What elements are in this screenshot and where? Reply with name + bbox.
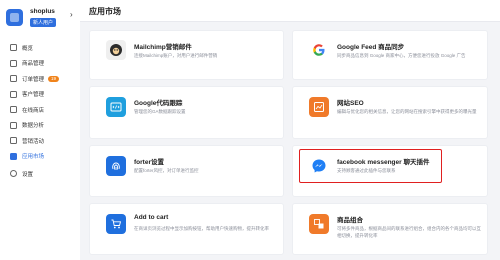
app-description: 支持顾客通过此插件与您联系: [337, 168, 396, 173]
apps-icon: [10, 152, 17, 160]
sidebar-item-orders[interactable]: 订单管理 19: [0, 71, 80, 87]
page-title: 应用市场: [89, 7, 121, 16]
sidebar-item-analytics[interactable]: 数据分析: [0, 118, 80, 134]
seo-icon: [309, 97, 329, 117]
app-description: 管理您的GA数据跟踪设置: [134, 109, 186, 114]
store-icon: [10, 106, 17, 114]
app-name: Add to cart: [134, 214, 169, 221]
app-name: facebook messenger 聊天插件: [337, 159, 430, 166]
app-description: 配置forter风控，对订单进行监控: [134, 168, 199, 173]
app-name: Google代码跟踪: [134, 100, 183, 107]
sidebar-item-label: 客户管理: [22, 92, 45, 99]
sidebar-item-label: 营销活动: [22, 138, 45, 145]
fingerprint-icon: [106, 156, 126, 176]
cart-icon: [106, 214, 126, 234]
shop-switcher[interactable]: shoplus 新人用户 ›: [6, 6, 76, 30]
gear-icon: [10, 170, 17, 178]
sidebar-item-label: 在线商店: [22, 107, 45, 114]
page-header: 应用市场: [80, 0, 500, 22]
app-name: 网站SEO: [337, 100, 364, 107]
sidebar-item-settings[interactable]: 设置: [0, 166, 80, 182]
app-card-mailchimp[interactable]: Mailchimp营销邮件 连接Mailchimp账户，对用户进行邮件营销: [89, 30, 284, 80]
app-card-google-tracking[interactable]: Google代码跟踪 管理您的GA数据跟踪设置: [89, 86, 284, 139]
shop-name: shoplus: [30, 8, 55, 15]
sidebar: shoplus 新人用户 › 概览 商品管理 订单管理 19 客户管理 在线商店…: [0, 0, 80, 260]
user-level-badge: 新人用户: [30, 18, 57, 27]
order-icon: [10, 75, 17, 83]
app-description: 编辑与优化您的相关信息，让您的网站在搜索引擎中获得更多的曝光量: [337, 109, 477, 114]
sidebar-item-overview[interactable]: 概览: [0, 40, 80, 56]
messenger-icon: [309, 156, 329, 176]
sidebar-item-customers[interactable]: 客户管理: [0, 87, 80, 103]
app-name: Mailchimp营销邮件: [134, 44, 192, 51]
sidebar-item-marketing[interactable]: 营销活动: [0, 133, 80, 149]
bundle-icon: [309, 214, 329, 234]
app-card-google-feed[interactable]: Google Feed 商品同步 同步商品信息到 Google 商家中心，方便您…: [292, 30, 488, 80]
code-icon: [106, 97, 126, 117]
shop-logo: [6, 9, 23, 26]
app-name: forter设置: [134, 159, 164, 166]
app-description: 同步商品信息到 Google 商家中心，方便您进行投放 Google 广告: [337, 53, 466, 58]
chart-icon: [10, 121, 17, 129]
sidebar-item-label: 应用市场: [22, 154, 45, 161]
app-description: 连接Mailchimp账户，对用户进行邮件营销: [134, 53, 218, 58]
user-icon: [10, 90, 17, 98]
sidebar-nav: 概览 商品管理 订单管理 19 客户管理 在线商店 数据分析 营销活动 应用市场…: [0, 40, 80, 182]
dashboard-icon: [10, 44, 17, 52]
megaphone-icon: [10, 137, 17, 145]
sidebar-item-products[interactable]: 商品管理: [0, 56, 80, 72]
sidebar-item-label: 设置: [22, 171, 34, 178]
mailchimp-icon: [106, 40, 126, 60]
chevron-right-icon[interactable]: ›: [70, 10, 73, 19]
app-description: 可将多件商品，根据商品间的联系进行组合，组合内的各个商品均可以互相切换，提升转化…: [337, 226, 481, 238]
box-icon: [10, 59, 17, 67]
app-name: Google Feed 商品同步: [337, 44, 405, 51]
app-card-add-to-cart[interactable]: Add to cart 在商详页浏览过程中显示加购按钮，帮助用户快速购物，提升转…: [89, 203, 284, 255]
sidebar-item-label: 概览: [22, 45, 34, 52]
app-description: 在商详页浏览过程中显示加购按钮，帮助用户快速购物，提升转化率: [134, 226, 269, 231]
sidebar-item-online-store[interactable]: 在线商店: [0, 102, 80, 118]
app-card-forter[interactable]: forter设置 配置forter风控，对订单进行监控: [89, 145, 284, 197]
app-name: 商品组合: [337, 217, 363, 224]
sidebar-item-label: 商品管理: [22, 61, 45, 68]
sidebar-item-label: 订单管理: [22, 76, 45, 83]
app-card-facebook-messenger[interactable]: facebook messenger 聊天插件 支持顾客通过此插件与您联系: [292, 145, 488, 197]
app-card-seo[interactable]: 网站SEO 编辑与优化您的相关信息，让您的网站在搜索引擎中获得更多的曝光量: [292, 86, 488, 139]
google-icon: [309, 40, 329, 60]
order-count-badge: 19: [48, 75, 60, 82]
sidebar-item-app-market[interactable]: 应用市场: [0, 149, 80, 165]
app-card-bundle[interactable]: 商品组合 可将多件商品，根据商品间的联系进行组合，组合内的各个商品均可以互相切换…: [292, 203, 488, 255]
sidebar-item-label: 数据分析: [22, 123, 45, 130]
